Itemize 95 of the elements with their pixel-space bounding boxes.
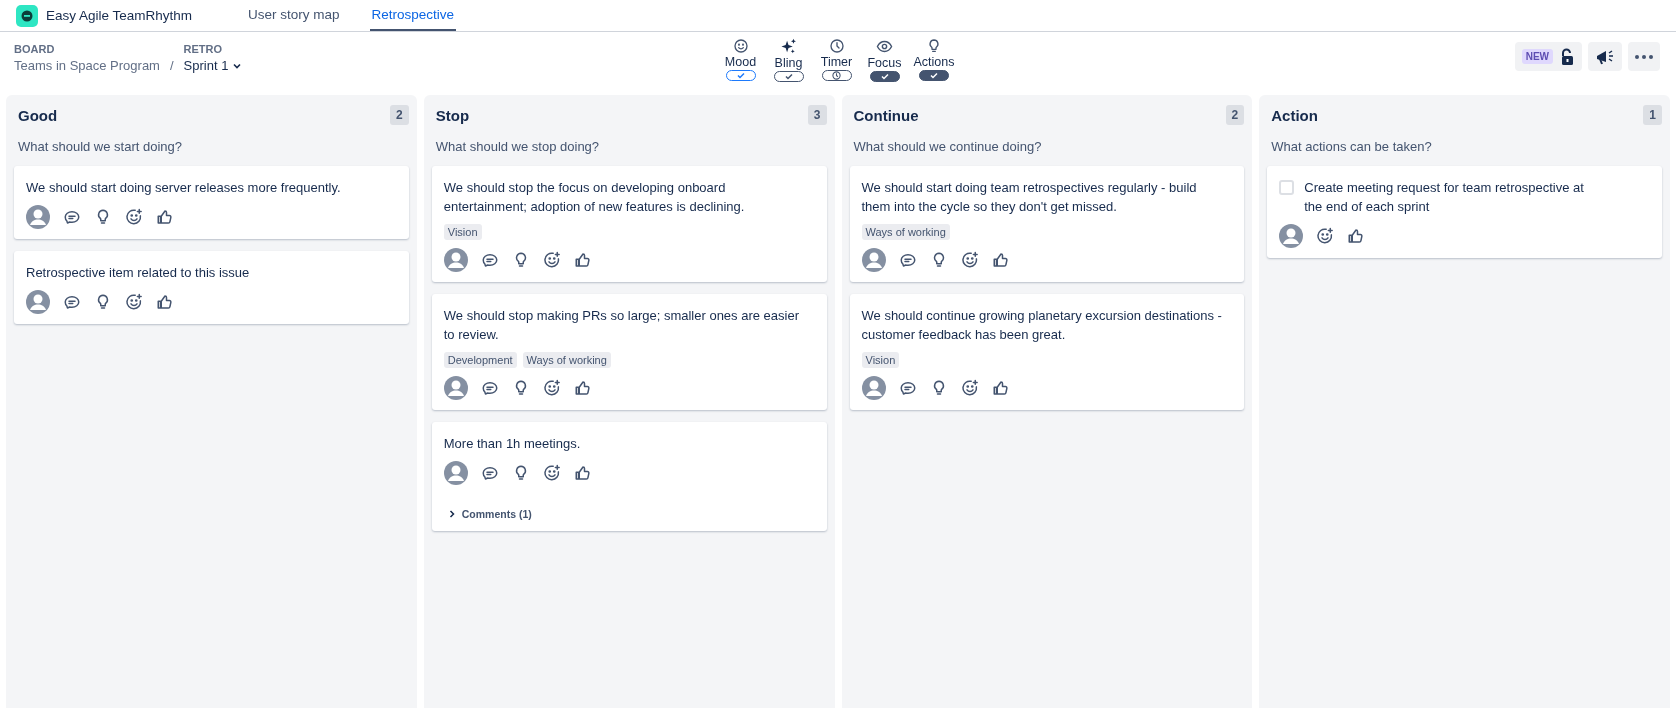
unlocked-padlock-icon xyxy=(1559,47,1575,66)
more-button[interactable] xyxy=(1628,42,1660,71)
card-count: 2 xyxy=(1225,105,1245,125)
card-text: We should start doing server releases more frequently. xyxy=(26,179,342,197)
emoji-add-icon[interactable] xyxy=(542,379,561,397)
lock-button[interactable]: NEW xyxy=(1514,42,1582,71)
nav-tab[interactable]: User story map xyxy=(246,0,342,31)
card-text: More than 1h meetings. xyxy=(443,435,582,453)
retro-label: RETRO xyxy=(183,43,224,55)
more-icon xyxy=(1635,54,1653,59)
avatar-icon xyxy=(1279,224,1304,248)
card-text: We should continue growing planetary excursion destinations - customer feedback has been great. xyxy=(861,307,1223,344)
avatar-icon xyxy=(26,290,50,314)
card-label: Development xyxy=(443,352,517,368)
sprint-dropdown[interactable]: Sprint 1 xyxy=(183,58,243,73)
megaphone-icon xyxy=(1595,47,1615,66)
card-count: 2 xyxy=(390,105,409,125)
emoji-add-icon[interactable] xyxy=(125,208,143,226)
comment-icon[interactable] xyxy=(480,251,499,269)
comment-icon[interactable] xyxy=(898,251,917,269)
avatar-icon xyxy=(443,461,468,485)
app-name: Easy Agile TeamRhythm xyxy=(46,8,193,23)
card-text: We should stop making PRs so large; smaller ones are easier to review. xyxy=(443,307,800,344)
thumbs-up-icon[interactable] xyxy=(1347,227,1366,245)
thumbs-up-icon[interactable] xyxy=(991,251,1010,269)
card-count: 3 xyxy=(807,105,827,125)
emoji-add-icon[interactable] xyxy=(125,293,143,311)
card-label: Ways of working xyxy=(522,352,611,368)
toggle-label: Focus xyxy=(867,56,902,70)
thumbs-up-icon[interactable] xyxy=(991,379,1010,397)
card-label: Vision xyxy=(443,224,482,240)
nav-tab[interactable]: Retrospective xyxy=(369,0,457,31)
toggle-switch[interactable] xyxy=(869,71,900,82)
thumbs-up-icon[interactable] xyxy=(573,379,592,397)
column-title: Action xyxy=(1271,106,1318,124)
action-checkbox[interactable] xyxy=(1279,180,1295,195)
toggle-switch[interactable] xyxy=(919,70,949,81)
avatar-icon xyxy=(861,248,886,272)
avatar-icon xyxy=(443,376,468,400)
clock-icon xyxy=(832,71,841,80)
app-logo[interactable] xyxy=(16,4,38,27)
comment-icon[interactable] xyxy=(63,293,81,311)
announcement-button[interactable] xyxy=(1588,42,1622,71)
card-label: Ways of working xyxy=(861,224,950,240)
card-text: Retrospective item related to this issue xyxy=(26,264,251,282)
column-title: Stop xyxy=(435,106,470,124)
checkmark-icon xyxy=(736,72,745,79)
sparkles-icon[interactable] xyxy=(780,38,797,55)
toggle-label: Timer xyxy=(820,55,853,69)
card-text: Create meeting request for team retrospective at the end of each sprint xyxy=(1304,179,1585,216)
smiley-icon[interactable] xyxy=(732,38,749,54)
toggle-switch[interactable] xyxy=(821,70,852,81)
avatar-icon xyxy=(861,376,886,400)
card-label: Vision xyxy=(861,352,900,368)
emoji-add-icon[interactable] xyxy=(960,379,979,397)
emoji-add-icon[interactable] xyxy=(542,464,561,482)
thumbs-up-icon[interactable] xyxy=(156,208,174,226)
avatar-icon xyxy=(443,248,468,272)
column-prompt: What should we continue doing? xyxy=(852,138,1043,156)
column-prompt: What actions can be taken? xyxy=(1270,138,1433,156)
checkmark-icon xyxy=(784,73,793,80)
card-text: We should start doing team retrospectives regularly - build them into the cycle so they don't get missed. xyxy=(861,179,1198,216)
emoji-add-icon[interactable] xyxy=(1316,227,1335,245)
chevron-right-icon xyxy=(447,510,456,518)
board-label: BOARD xyxy=(14,43,56,55)
comment-icon[interactable] xyxy=(480,379,499,397)
clock-icon[interactable] xyxy=(828,38,845,54)
toggle-label: Mood xyxy=(724,55,757,69)
checkmark-icon xyxy=(930,72,938,79)
board-link[interactable]: Teams in Space Program xyxy=(14,58,160,73)
toggle-label: Actions xyxy=(913,55,955,69)
column-title: Good xyxy=(18,106,58,124)
column-title: Continue xyxy=(853,106,919,124)
thumbs-up-icon[interactable] xyxy=(573,464,592,482)
avatar-icon xyxy=(26,205,50,229)
breadcrumb-separator: / xyxy=(169,58,174,73)
emoji-add-icon[interactable] xyxy=(960,251,979,269)
toggle-switch[interactable] xyxy=(773,71,804,82)
card-count: 1 xyxy=(1643,105,1662,125)
comment-icon[interactable] xyxy=(898,379,917,397)
toggle-label: Bling xyxy=(774,56,803,70)
new-badge: NEW xyxy=(1521,49,1553,64)
thumbs-up-icon[interactable] xyxy=(573,251,592,269)
lightbulb-icon[interactable] xyxy=(926,38,942,54)
column-prompt: What should we start doing? xyxy=(17,138,184,156)
thumbs-up-icon[interactable] xyxy=(156,293,174,311)
comment-icon[interactable] xyxy=(480,464,499,482)
comment-icon[interactable] xyxy=(63,208,81,226)
comments-toggle[interactable]: Comments (1) xyxy=(443,507,538,521)
checkmark-icon xyxy=(880,73,889,80)
card-text: We should stop the focus on developing onboard entertainment; adoption of new features is declining. xyxy=(443,179,746,216)
eye-icon[interactable] xyxy=(876,38,893,55)
toggle-switch[interactable] xyxy=(725,70,756,81)
emoji-add-icon[interactable] xyxy=(542,251,561,269)
column-prompt: What should we stop doing? xyxy=(434,138,601,156)
